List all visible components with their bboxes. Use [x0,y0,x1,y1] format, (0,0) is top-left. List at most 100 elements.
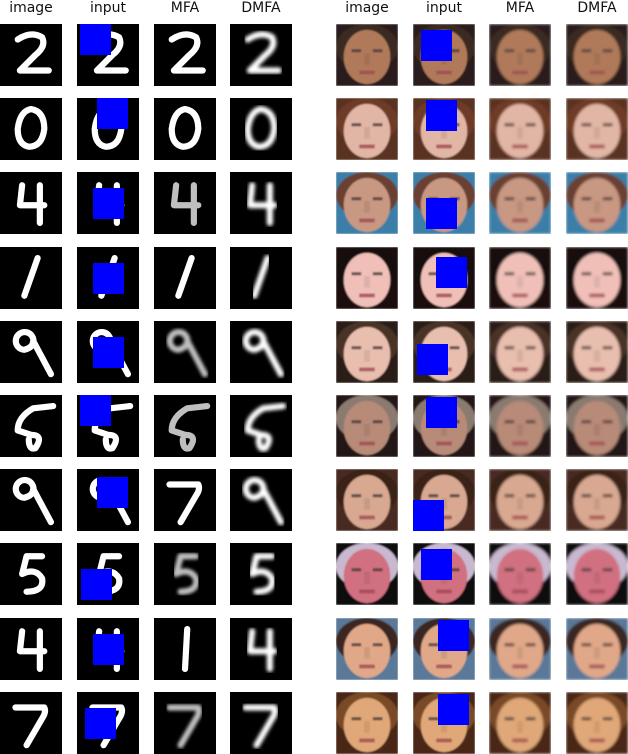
mnist-dmfa-tile [230,320,292,383]
celeba-input-tile [413,617,475,680]
mnist-input-tile [77,172,139,235]
occlusion-mask [438,693,469,725]
celeba-dmfa-tile [566,24,628,86]
celeba-mfa-tile [489,691,551,754]
occlusion-mask [417,343,448,375]
occlusion-mask [93,188,124,220]
celeba-image-tile [336,172,398,235]
celeba-mfa-tile [489,469,551,532]
mnist-mfa-tile [154,469,216,532]
occlusion-mask [413,500,444,532]
celeba-image-tile [336,617,398,680]
celeba-column-header: DMFA [577,0,617,16]
mnist-dmfa-tile [230,469,292,532]
celeba-mfa-tile [489,246,551,309]
celeba-input-tile [413,395,475,457]
celeba-dmfa-tile [566,469,628,532]
occlusion-mask [426,198,457,230]
mnist-input-tile [77,617,139,680]
occlusion-mask [436,256,467,288]
mnist-input-tile [77,691,139,754]
mnist-image-tile [0,469,62,532]
occlusion-mask [80,395,111,426]
occlusion-mask [421,30,452,61]
occlusion-mask [80,24,111,55]
celeba-dmfa-tile [566,98,628,161]
celeba-input-tile [413,691,475,754]
celeba-dmfa-tile [566,617,628,680]
celeba-mfa-tile [489,320,551,383]
mnist-mfa-tile [154,98,216,161]
celeba-dmfa-tile [566,691,628,754]
celeba-dmfa-tile [566,395,628,457]
mnist-image-tile [0,691,62,754]
mnist-mfa-tile [154,172,216,235]
occlusion-mask [93,262,124,294]
mnist-input-tile [77,543,139,606]
mnist-dmfa-tile [230,691,292,754]
celeba-dmfa-tile [566,246,628,309]
celeba-mfa-tile [489,395,551,457]
mnist-image-tile [0,246,62,309]
mnist-column-header: DMFA [241,0,281,16]
celeba-input-tile [413,320,475,383]
mnist-dmfa-tile [230,543,292,606]
celeba-column-header: MFA [505,0,535,16]
occlusion-mask [421,549,452,581]
celeba-column-header: image [345,0,389,16]
celeba-image-tile [336,543,398,606]
celeba-input-tile [413,543,475,606]
mnist-dmfa-tile [230,246,292,309]
mnist-input-tile [77,320,139,383]
celeba-image-tile [336,98,398,161]
mnist-mfa-tile [154,395,216,457]
mnist-dmfa-tile [230,98,292,161]
mnist-dmfa-tile [230,395,292,457]
celeba-mfa-tile [489,617,551,680]
occlusion-mask [426,397,457,428]
mnist-image-tile [0,617,62,680]
mnist-input-tile [77,246,139,309]
celeba-dmfa-tile [566,543,628,606]
mnist-column-header: MFA [170,0,200,16]
mnist-dmfa-tile [230,24,292,86]
mnist-input-tile [77,24,139,86]
mnist-mfa-tile [154,691,216,754]
occlusion-mask [81,569,112,601]
mnist-mfa-tile [154,246,216,309]
mnist-mfa-tile [154,24,216,86]
occlusion-mask [438,619,469,651]
celeba-input-tile [413,24,475,86]
mnist-input-tile [77,469,139,532]
mnist-column-header: image [9,0,53,16]
mnist-input-tile [77,98,139,161]
celeba-dmfa-tile [566,320,628,383]
celeba-dmfa-tile [566,172,628,235]
celeba-input-tile [413,246,475,309]
mnist-image-tile [0,320,62,383]
celeba-input-tile [413,98,475,161]
occlusion-mask [97,477,128,509]
mnist-image-tile [0,395,62,457]
celeba-input-tile [413,469,475,532]
celeba-image-tile [336,691,398,754]
celeba-image-tile [336,320,398,383]
mnist-dmfa-tile [230,617,292,680]
mnist-mfa-tile [154,617,216,680]
mnist-mfa-tile [154,320,216,383]
celeba-image-tile [336,24,398,86]
mnist-column-header: input [89,0,126,16]
celeba-column-header: input [425,0,462,16]
celeba-image-tile [336,469,398,532]
celeba-mfa-tile [489,172,551,235]
celeba-mfa-tile [489,24,551,86]
mnist-input-tile [77,395,139,457]
occlusion-mask [85,707,116,739]
occlusion-mask [97,98,128,130]
mnist-image-tile [0,172,62,235]
celeba-input-tile [413,172,475,235]
celeba-image-tile [336,395,398,457]
mnist-dmfa-tile [230,172,292,235]
mnist-image-tile [0,98,62,161]
celeba-mfa-tile [489,98,551,161]
